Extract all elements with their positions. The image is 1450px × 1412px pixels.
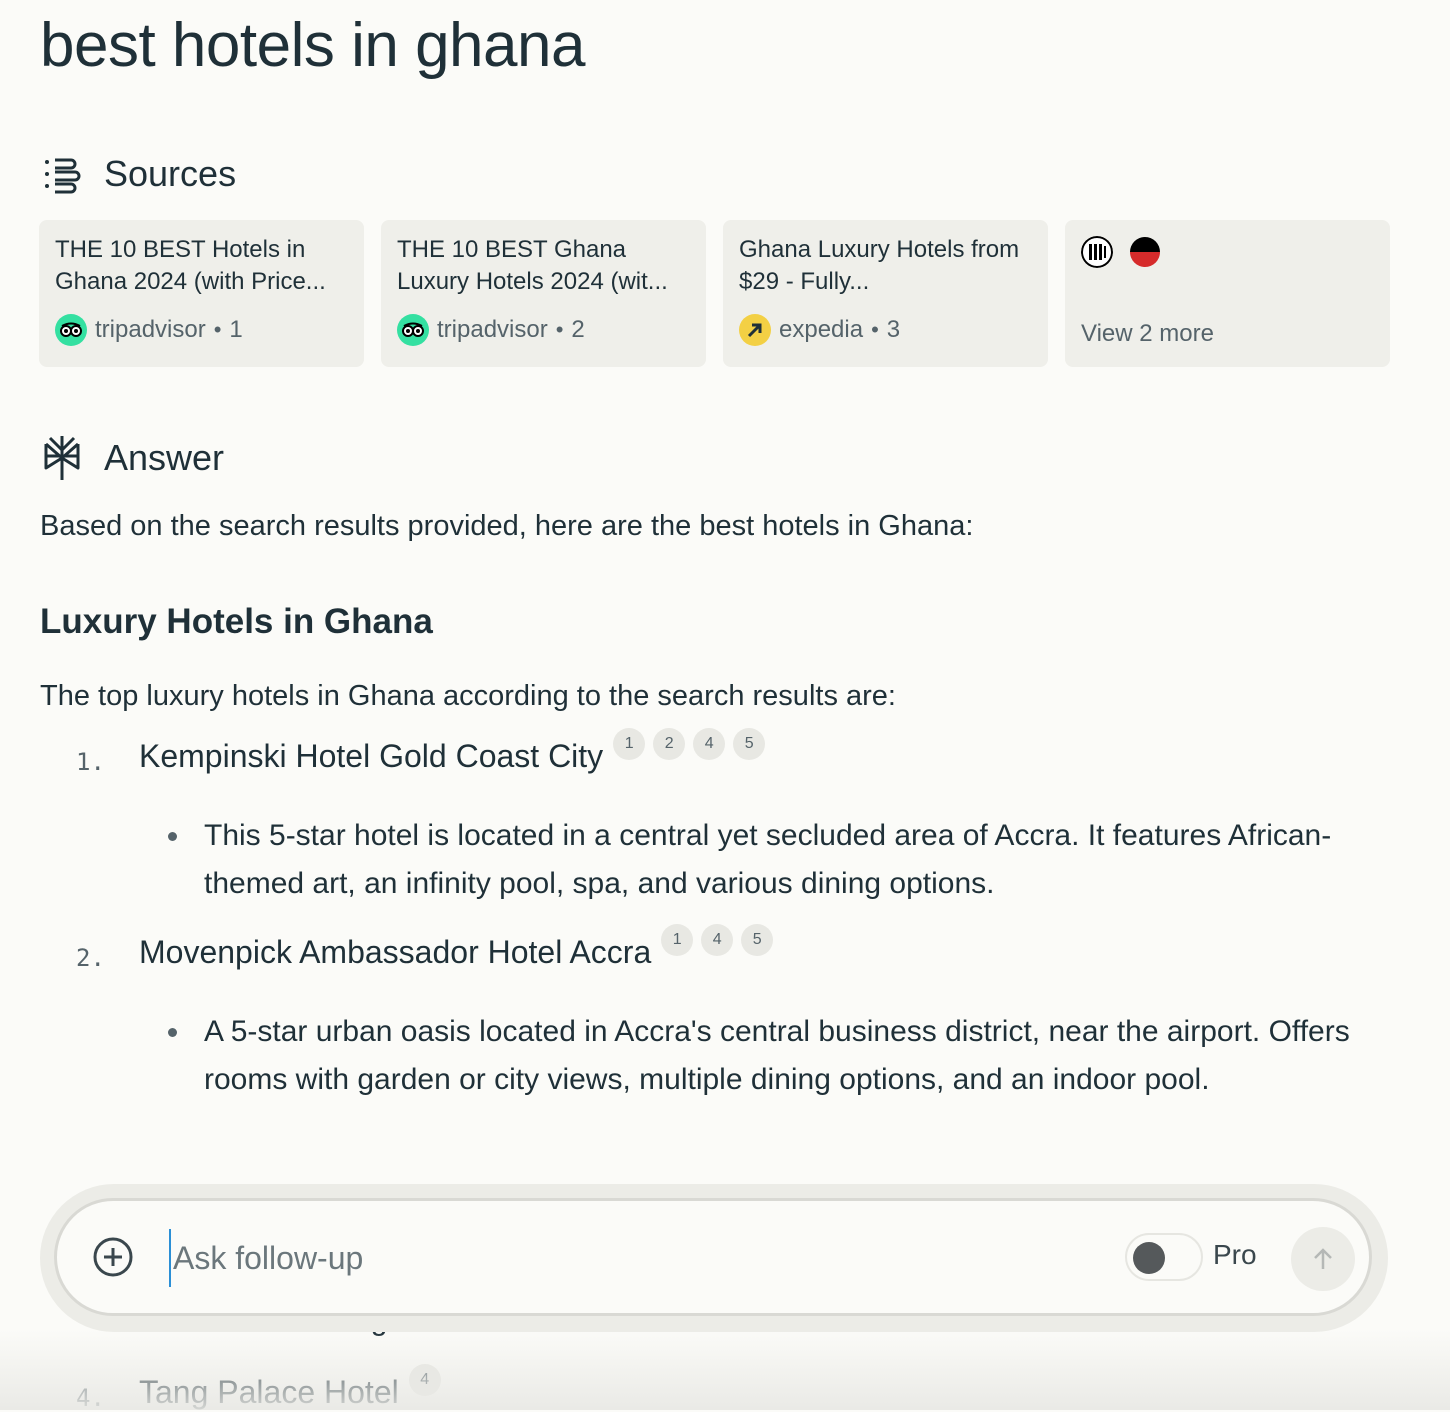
- site-logo-icon: [1129, 236, 1161, 268]
- more-sources-icons: [1081, 236, 1161, 268]
- sources-header: Sources: [40, 150, 236, 198]
- view-more-card[interactable]: View 2 more: [1065, 220, 1390, 367]
- hotel-name-text: Kempinski Hotel Gold Coast City: [139, 738, 604, 774]
- answer-subheading: Luxury Hotels in Ghana: [40, 602, 433, 641]
- source-card[interactable]: THE 10 BEST Ghana Luxury Hotels 2024 (wi…: [381, 220, 706, 367]
- answer-heading: Answer: [104, 437, 225, 478]
- bullet-dot: [168, 1028, 177, 1037]
- attach-plus-button[interactable]: [93, 1237, 133, 1277]
- send-button[interactable]: [1291, 1227, 1355, 1291]
- citation-group: 1 4 5: [661, 924, 774, 956]
- pro-label: Pro: [1213, 1239, 1257, 1270]
- bullet-dot: [168, 832, 177, 841]
- arrow-up-icon: [1314, 1248, 1332, 1269]
- citation-badge[interactable]: 5: [733, 728, 766, 760]
- citation-badge[interactable]: 5: [741, 924, 774, 956]
- hotel-name-text: Tang Palace Hotel: [139, 1374, 399, 1410]
- followup-composer: Pro: [54, 1198, 1372, 1316]
- citation-group: 4: [408, 1364, 441, 1396]
- tripadvisor-icon: [55, 314, 87, 346]
- source-card[interactable]: THE 10 BEST Hotels in Ghana 2024 (with P…: [39, 220, 364, 367]
- list-number: 4.: [76, 1384, 105, 1412]
- citation-badge[interactable]: 4: [408, 1364, 441, 1396]
- citation-badge[interactable]: 4: [701, 924, 734, 956]
- separator-dot: •: [871, 317, 879, 342]
- source-title: THE 10 BEST Ghana Luxury Hotels 2024 (wi…: [397, 236, 668, 295]
- source-card[interactable]: Ghana Luxury Hotels from $29 - Fully... …: [723, 220, 1048, 367]
- sources-list-icon: [40, 150, 84, 198]
- source-index: 2: [571, 316, 585, 343]
- citation-badge[interactable]: 1: [661, 924, 694, 956]
- citation-badge[interactable]: 1: [613, 728, 646, 760]
- separator-dot: •: [213, 317, 222, 342]
- answer-subintro: The top luxury hotels in Ghana according…: [40, 680, 896, 712]
- pro-toggle[interactable]: [1125, 1233, 1203, 1281]
- source-site: expedia: [779, 316, 864, 343]
- source-index: 1: [229, 316, 243, 343]
- sources-row: THE 10 BEST Hotels in Ghana 2024 (with P…: [39, 220, 1390, 367]
- source-site: tripadvisor: [437, 316, 548, 343]
- list-detail: This 5-star hotel is located in a centra…: [168, 812, 1368, 908]
- hotel-detail: This 5-star hotel is located in a centra…: [204, 819, 1332, 900]
- source-meta: tripadvisor • 2: [397, 314, 585, 346]
- separator-dot: •: [555, 317, 564, 342]
- source-title: THE 10 BEST Hotels in Ghana 2024 (with P…: [55, 236, 326, 295]
- hotel-name-text: Movenpick Ambassador Hotel Accra: [139, 934, 652, 970]
- hotel-name: Movenpick Ambassador Hotel Accra 1 4 5: [139, 924, 774, 971]
- answer-body: Based on the search results provided, he…: [40, 502, 1380, 1096]
- citation-badge[interactable]: 4: [693, 728, 726, 760]
- plus-circle-icon: [93, 1237, 133, 1277]
- list-number: 1.: [76, 748, 105, 776]
- source-meta: expedia • 3: [739, 314, 900, 346]
- followup-input[interactable]: [169, 1229, 1075, 1287]
- answer-logo-icon: [40, 434, 84, 482]
- hotel-detail: A 5-star urban oasis located in Accra's …: [204, 1015, 1350, 1096]
- site-logo-icon: [1081, 236, 1113, 268]
- view-more-link[interactable]: View 2 more: [1081, 320, 1214, 348]
- hotel-name: Kempinski Hotel Gold Coast City 1 2 4 5: [139, 728, 766, 775]
- list-number: 2.: [76, 944, 105, 972]
- query-title: best hotels in ghana: [40, 11, 585, 80]
- citation-group: 1 2 4 5: [613, 728, 766, 760]
- source-title: Ghana Luxury Hotels from $29 - Fully...: [739, 236, 1020, 295]
- hotel-name: Tang Palace Hotel 4: [139, 1364, 441, 1411]
- answer-header: Answer: [40, 434, 224, 482]
- source-site: tripadvisor: [95, 316, 206, 343]
- tripadvisor-icon: [397, 314, 429, 346]
- source-meta: tripadvisor • 1: [55, 314, 243, 346]
- list-detail: A 5-star urban oasis located in Accra's …: [168, 1008, 1368, 1104]
- source-index: 3: [886, 316, 901, 343]
- citation-badge[interactable]: 2: [653, 728, 686, 760]
- sources-heading: Sources: [104, 153, 237, 194]
- answer-intro: Based on the search results provided, he…: [40, 510, 974, 542]
- toggle-knob: [1133, 1242, 1165, 1274]
- expedia-icon: [739, 314, 771, 346]
